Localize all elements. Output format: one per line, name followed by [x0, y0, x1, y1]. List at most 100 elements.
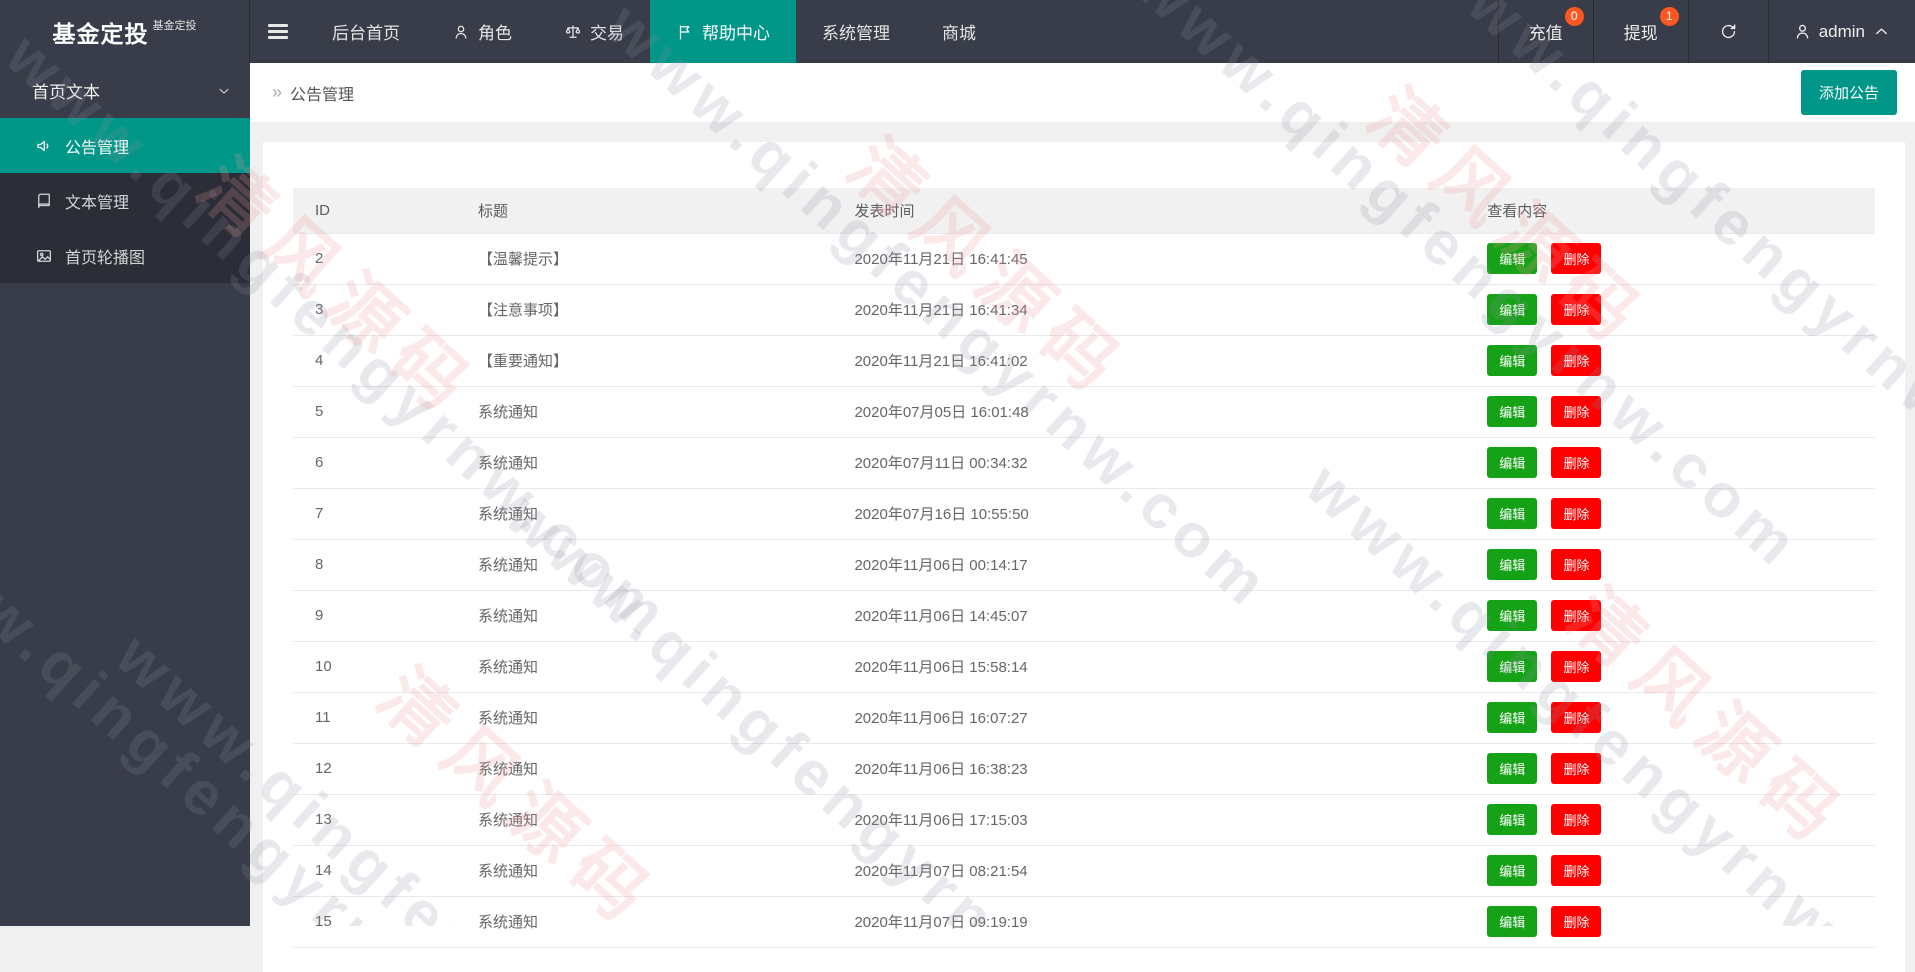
row-id: 10: [293, 641, 456, 692]
edit-button[interactable]: 编辑: [1487, 243, 1537, 274]
row-actions: 编辑 删除: [1465, 641, 1875, 692]
edit-button[interactable]: 编辑: [1487, 855, 1537, 886]
delete-button[interactable]: 删除: [1551, 753, 1601, 784]
row-date: 2020年11月21日 16:41:34: [832, 284, 1465, 335]
nav-item-dashboard[interactable]: 后台首页: [306, 0, 426, 63]
announcement-table: ID 标题 发表时间 查看内容 2 【温馨提示】 2020年11月21日 16:…: [293, 188, 1875, 948]
top-nav: 后台首页 角色 交易 帮助中心 系统管理 商城: [306, 0, 1002, 63]
edit-button[interactable]: 编辑: [1487, 906, 1537, 937]
edit-button[interactable]: 编辑: [1487, 345, 1537, 376]
table-row: 4 【重要通知】 2020年11月21日 16:41:02 编辑 删除: [293, 335, 1875, 386]
delete-button[interactable]: 删除: [1551, 345, 1601, 376]
delete-button[interactable]: 删除: [1551, 804, 1601, 835]
delete-button[interactable]: 删除: [1551, 651, 1601, 682]
nav-label: 帮助中心: [702, 19, 770, 44]
column-header-id: ID: [293, 188, 456, 233]
nav-item-roles[interactable]: 角色: [426, 0, 538, 63]
delete-button[interactable]: 删除: [1551, 906, 1601, 937]
nav-item-mall[interactable]: 商城: [916, 0, 1002, 63]
delete-button[interactable]: 删除: [1551, 243, 1601, 274]
row-date: 2020年11月06日 16:07:27: [832, 692, 1465, 743]
row-title: 系统通知: [456, 590, 833, 641]
refresh-button[interactable]: [1688, 0, 1768, 63]
edit-button[interactable]: 编辑: [1487, 447, 1537, 478]
edit-button[interactable]: 编辑: [1487, 600, 1537, 631]
delete-button[interactable]: 删除: [1551, 702, 1601, 733]
user-menu[interactable]: admin: [1768, 0, 1915, 63]
delete-button[interactable]: 删除: [1551, 396, 1601, 427]
row-title: 【注意事项】: [456, 284, 833, 335]
table-row: 7 系统通知 2020年07月16日 10:55:50 编辑 删除: [293, 488, 1875, 539]
row-title: 系统通知: [456, 692, 833, 743]
recharge-button[interactable]: 充值 0: [1498, 0, 1593, 63]
edit-button[interactable]: 编辑: [1487, 804, 1537, 835]
chevron-down-icon: [216, 83, 232, 99]
table-row: 6 系统通知 2020年07月11日 00:34:32 编辑 删除: [293, 437, 1875, 488]
table-row: 13 系统通知 2020年11月06日 17:15:03 编辑 删除: [293, 794, 1875, 845]
top-header: 基金定投 基金定投 后台首页 角色 交易 帮助中心 系统管理 商城 充值 0: [0, 0, 1915, 63]
row-title: 系统通知: [456, 845, 833, 896]
row-date: 2020年11月21日 16:41:02: [832, 335, 1465, 386]
nav-item-system[interactable]: 系统管理: [796, 0, 916, 63]
row-title: 系统通知: [456, 641, 833, 692]
delete-button[interactable]: 删除: [1551, 447, 1601, 478]
row-id: 4: [293, 335, 456, 386]
delete-button[interactable]: 删除: [1551, 498, 1601, 529]
row-id: 7: [293, 488, 456, 539]
sidebar-group-home-text[interactable]: 首页文本: [0, 63, 250, 118]
hamburger-icon: [268, 21, 288, 42]
row-title: 【温馨提示】: [456, 233, 833, 284]
table-row: 8 系统通知 2020年11月06日 00:14:17 编辑 删除: [293, 539, 1875, 590]
table-row: 10 系统通知 2020年11月06日 15:58:14 编辑 删除: [293, 641, 1875, 692]
sidebar: 首页文本 公告管理 文本管理 首页轮播图: [0, 63, 250, 926]
delete-button[interactable]: 删除: [1551, 600, 1601, 631]
edit-button[interactable]: 编辑: [1487, 651, 1537, 682]
announcement-table-body: 2 【温馨提示】 2020年11月21日 16:41:45 编辑 删除 3 【注…: [293, 233, 1875, 947]
nav-item-trade[interactable]: 交易: [538, 0, 650, 63]
row-title: 系统通知: [456, 386, 833, 437]
sidebar-item-text-manage[interactable]: 文本管理: [0, 173, 250, 228]
delete-button[interactable]: 删除: [1551, 855, 1601, 886]
row-date: 2020年07月05日 16:01:48: [832, 386, 1465, 437]
edit-button[interactable]: 编辑: [1487, 294, 1537, 325]
table-row: 14 系统通知 2020年11月07日 08:21:54 编辑 删除: [293, 845, 1875, 896]
page-title: 公告管理: [290, 81, 354, 105]
user-icon: [452, 23, 470, 41]
edit-button[interactable]: 编辑: [1487, 396, 1537, 427]
row-actions: 编辑 删除: [1465, 590, 1875, 641]
edit-button[interactable]: 编辑: [1487, 702, 1537, 733]
edit-button[interactable]: 编辑: [1487, 498, 1537, 529]
row-date: 2020年07月16日 10:55:50: [832, 488, 1465, 539]
nav-item-help-center[interactable]: 帮助中心: [650, 0, 796, 63]
row-date: 2020年11月06日 17:15:03: [832, 794, 1465, 845]
withdraw-button[interactable]: 提现 1: [1593, 0, 1688, 63]
table-row: 5 系统通知 2020年07月05日 16:01:48 编辑 删除: [293, 386, 1875, 437]
app-title: 基金定投: [53, 15, 149, 49]
row-date: 2020年11月06日 14:45:07: [832, 590, 1465, 641]
row-title: 系统通知: [456, 539, 833, 590]
delete-button[interactable]: 删除: [1551, 294, 1601, 325]
sidebar-item-label: 首页轮播图: [65, 244, 145, 268]
row-date: 2020年11月06日 15:58:14: [832, 641, 1465, 692]
table-row: 2 【温馨提示】 2020年11月21日 16:41:45 编辑 删除: [293, 233, 1875, 284]
nav-label: 后台首页: [332, 19, 400, 44]
column-header-title: 标题: [456, 188, 833, 233]
edit-button[interactable]: 编辑: [1487, 549, 1537, 580]
row-id: 8: [293, 539, 456, 590]
sidebar-item-announcements[interactable]: 公告管理: [0, 118, 250, 173]
table-row: 11 系统通知 2020年11月06日 16:07:27 编辑 删除: [293, 692, 1875, 743]
row-title: 系统通知: [456, 437, 833, 488]
edit-button[interactable]: 编辑: [1487, 753, 1537, 784]
menu-toggle-button[interactable]: [250, 0, 306, 63]
table-row: 9 系统通知 2020年11月06日 14:45:07 编辑 删除: [293, 590, 1875, 641]
user-icon: [1793, 22, 1812, 41]
add-announcement-button[interactable]: 添加公告: [1801, 70, 1897, 115]
sidebar-item-home-carousel[interactable]: 首页轮播图: [0, 228, 250, 283]
announcement-card: ID 标题 发表时间 查看内容 2 【温馨提示】 2020年11月21日 16:…: [263, 142, 1905, 972]
row-date: 2020年11月06日 00:14:17: [832, 539, 1465, 590]
recharge-label: 充值: [1529, 19, 1563, 44]
row-id: 9: [293, 590, 456, 641]
flag-icon: [676, 23, 694, 41]
row-actions: 编辑 删除: [1465, 794, 1875, 845]
delete-button[interactable]: 删除: [1551, 549, 1601, 580]
